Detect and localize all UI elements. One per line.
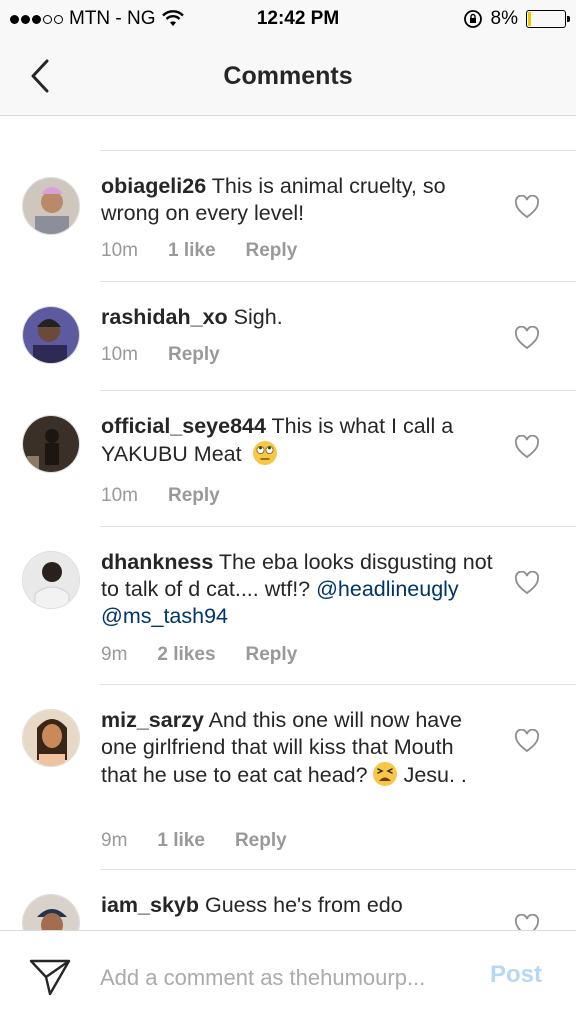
comment-body: Sigh. xyxy=(233,305,283,329)
comment-username[interactable]: obiageli26 xyxy=(101,174,206,198)
comment-meta: 10m 1 like Reply xyxy=(101,240,297,262)
reply-button[interactable]: Reply xyxy=(246,644,298,666)
reply-button[interactable]: Reply xyxy=(235,830,287,852)
send-direct-icon[interactable] xyxy=(28,957,72,997)
comment-username[interactable]: official_seye844 xyxy=(101,414,266,438)
avatar[interactable] xyxy=(22,177,80,235)
mention-link[interactable]: @headlineugly xyxy=(316,577,459,601)
carrier-name: MTN - NG xyxy=(69,8,156,29)
comment-text: rashidah_xo Sigh. xyxy=(101,304,493,331)
comment-item: iam_skyb Guess he's from edo xyxy=(0,870,576,930)
comment-time: 10m xyxy=(101,485,138,506)
comments-list[interactable]: obiageli26 This is animal cruelty, so wr… xyxy=(0,116,576,930)
wifi-icon xyxy=(161,10,184,26)
comment-time: 10m xyxy=(101,344,138,365)
comment-username[interactable]: iam_skyb xyxy=(101,893,199,917)
comment-likes[interactable]: 2 likes xyxy=(157,644,215,666)
heart-icon[interactable] xyxy=(514,914,540,930)
avatar[interactable] xyxy=(22,894,80,930)
reply-button[interactable]: Reply xyxy=(246,240,298,262)
comment-likes[interactable]: 1 like xyxy=(168,240,216,262)
mention-link[interactable]: @ms_tash94 xyxy=(101,604,228,628)
comment-body: Guess he's from edo xyxy=(205,893,403,917)
comment-composer: Post xyxy=(0,930,576,1024)
comment-meta: 10m Reply xyxy=(101,485,220,507)
avatar[interactable] xyxy=(22,306,80,364)
comment-time: 9m xyxy=(101,830,128,851)
battery-percent: 8% xyxy=(490,8,518,29)
comment-text: iam_skyb Guess he's from edo xyxy=(101,892,493,919)
signal-strength-icon xyxy=(10,14,63,24)
post-button[interactable]: Post xyxy=(490,961,542,989)
status-bar: MTN - NG 12:42 PM 8% xyxy=(0,0,576,38)
comment-item: official_seye844 This is what I call a Y… xyxy=(0,391,576,527)
comment-meta: 10m Reply xyxy=(101,344,220,366)
comment-item: miz_sarzy And this one will now have one… xyxy=(0,685,576,870)
comment-item: obiageli26 This is animal cruelty, so wr… xyxy=(0,151,576,282)
page-title: Comments xyxy=(223,62,353,90)
comment-text: miz_sarzy And this one will now have one… xyxy=(101,707,493,789)
comment-text: dhankness The eba looks disgusting not t… xyxy=(101,549,493,630)
heart-icon[interactable] xyxy=(514,435,540,459)
reply-button[interactable]: Reply xyxy=(168,344,220,366)
nav-bar: Comments xyxy=(0,38,576,116)
comment-username[interactable]: miz_sarzy xyxy=(101,708,204,732)
comment-item: dhankness The eba looks disgusting not t… xyxy=(0,527,576,685)
face-with-rolling-eyes-emoji-icon xyxy=(252,441,277,465)
back-button[interactable] xyxy=(20,56,60,96)
comment-meta: 9m 1 like Reply xyxy=(101,830,287,852)
reply-button[interactable]: Reply xyxy=(168,485,220,507)
comment-item: rashidah_xo Sigh. 10m Reply xyxy=(0,282,576,391)
comment-body-end: Jesu. . xyxy=(403,763,467,787)
avatar[interactable] xyxy=(22,415,80,473)
comment-username[interactable]: dhankness xyxy=(101,550,213,574)
avatar[interactable] xyxy=(22,551,80,609)
comment-text: official_seye844 This is what I call a Y… xyxy=(101,413,493,468)
rotation-lock-icon xyxy=(463,10,482,28)
status-time: 12:42 PM xyxy=(256,8,340,29)
heart-icon[interactable] xyxy=(514,195,540,219)
comment-time: 9m xyxy=(101,644,128,665)
comment-username[interactable]: rashidah_xo xyxy=(101,305,228,329)
tired-face-emoji-icon xyxy=(372,762,397,786)
comment-input[interactable] xyxy=(100,961,470,995)
comment-text: obiageli26 This is animal cruelty, so wr… xyxy=(101,173,493,227)
comment-meta: 9m 2 likes Reply xyxy=(101,644,297,666)
heart-icon[interactable] xyxy=(514,571,540,595)
heart-icon[interactable] xyxy=(514,729,540,753)
chevron-left-icon xyxy=(31,59,49,93)
battery-icon xyxy=(526,10,570,28)
carrier-info: MTN - NG xyxy=(10,8,230,30)
comment-time: 10m xyxy=(101,240,138,261)
heart-icon[interactable] xyxy=(514,326,540,350)
comment-likes[interactable]: 1 like xyxy=(157,830,205,852)
avatar[interactable] xyxy=(22,709,80,767)
